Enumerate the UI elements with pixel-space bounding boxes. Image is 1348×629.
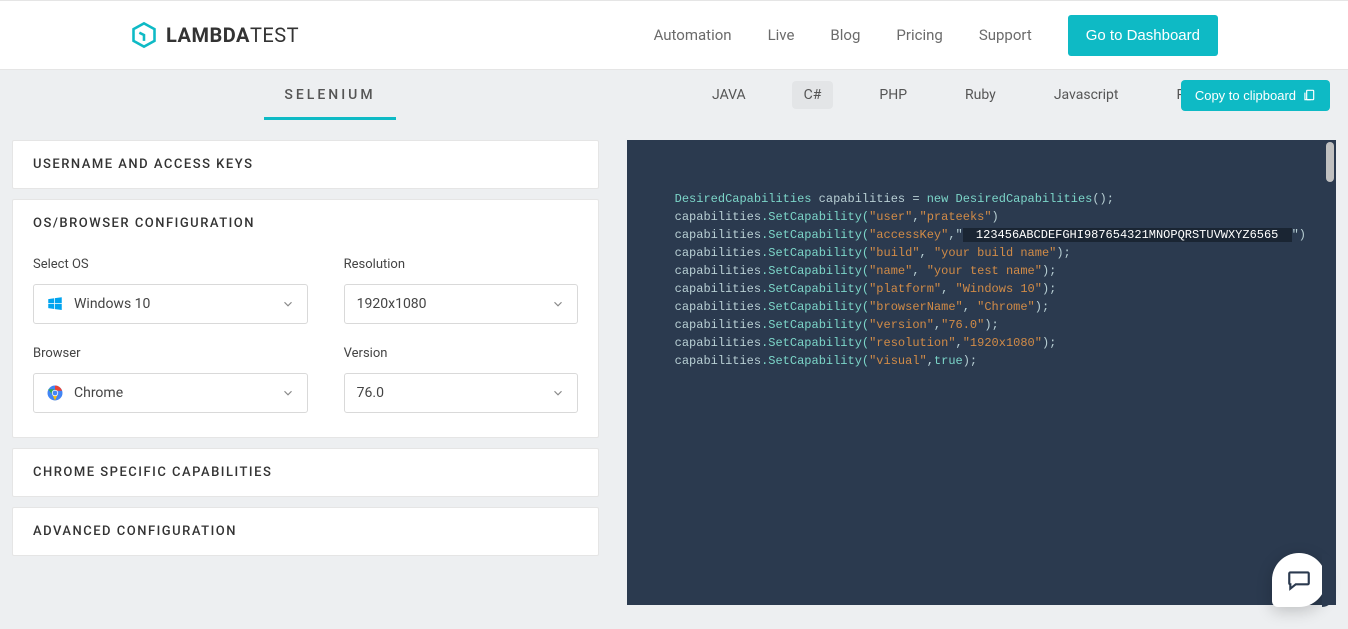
select-os-value: Windows 10 [74, 296, 281, 312]
panel-os-browser: OS/BROWSER CONFIGURATION Select OS Windo… [12, 199, 599, 438]
select-os[interactable]: Windows 10 [33, 284, 308, 324]
panel-header-os-browser[interactable]: OS/BROWSER CONFIGURATION [13, 200, 598, 247]
lang-tab-ruby[interactable]: Ruby [953, 81, 1008, 109]
chat-widget-button[interactable] [1272, 553, 1326, 607]
nav-blog[interactable]: Blog [830, 26, 860, 44]
label-select-os: Select OS [33, 257, 308, 272]
nav-support[interactable]: Support [979, 26, 1032, 44]
label-resolution: Resolution [344, 257, 578, 272]
scrollbar-thumb[interactable] [1326, 142, 1334, 182]
top-nav: Automation Live Blog Pricing Support Go … [654, 15, 1218, 56]
chat-icon [1286, 567, 1312, 593]
logo-icon [130, 21, 158, 49]
nav-pricing[interactable]: Pricing [896, 26, 942, 44]
select-browser-value: Chrome [74, 385, 281, 401]
main-area: USERNAME AND ACCESS KEYS OS/BROWSER CONF… [0, 120, 1348, 629]
panel-body-os-browser: Select OS Windows 10 Resolution 1920x108… [13, 247, 598, 437]
tool-row: SELENIUM JAVA C# PHP Ruby Javascript Pyt… [0, 70, 1348, 120]
lang-tab-javascript[interactable]: Javascript [1042, 81, 1131, 109]
chevron-down-icon [281, 297, 295, 311]
label-browser: Browser [33, 346, 308, 361]
code-panel[interactable]: DesiredCapabilities capabilities = new D… [627, 140, 1336, 605]
chevron-down-icon [551, 386, 565, 400]
brand-strong: LAMBDA [166, 23, 250, 47]
brand-logo[interactable]: LAMBDATEST [130, 21, 299, 49]
code-scrollbar[interactable] [1324, 142, 1334, 615]
panel-username-keys: USERNAME AND ACCESS KEYS [12, 140, 599, 189]
brand-thin: TEST [250, 23, 299, 47]
clipboard-icon [1302, 88, 1316, 102]
nav-live[interactable]: Live [768, 26, 795, 44]
panel-header-chrome-caps[interactable]: CHROME SPECIFIC CAPABILITIES [13, 449, 598, 496]
select-resolution-value: 1920x1080 [357, 296, 551, 312]
windows-icon [46, 295, 64, 313]
nav-automation[interactable]: Automation [654, 26, 732, 44]
left-tabs: SELENIUM [0, 71, 660, 120]
chrome-icon [46, 384, 64, 402]
chevron-down-icon [551, 297, 565, 311]
panel-header-username-keys[interactable]: USERNAME AND ACCESS KEYS [13, 141, 598, 188]
copy-btn-label: Copy to clipboard [1195, 88, 1296, 103]
top-header: LAMBDATEST Automation Live Blog Pricing … [0, 0, 1348, 70]
copy-to-clipboard-button[interactable]: Copy to clipboard [1181, 80, 1330, 111]
panel-header-advanced[interactable]: ADVANCED CONFIGURATION [13, 508, 598, 555]
panel-chrome-caps: CHROME SPECIFIC CAPABILITIES [12, 448, 599, 497]
select-resolution[interactable]: 1920x1080 [344, 284, 578, 324]
panel-advanced: ADVANCED CONFIGURATION [12, 507, 599, 556]
label-version: Version [344, 346, 578, 361]
go-to-dashboard-button[interactable]: Go to Dashboard [1068, 15, 1218, 56]
access-key-value: 123456ABCDEFGHI987654321MNOPQRSTUVWXYZ65… [963, 228, 1292, 242]
lang-tab-java[interactable]: JAVA [700, 81, 758, 109]
tab-selenium[interactable]: SELENIUM [264, 71, 395, 120]
select-version-value: 76.0 [357, 385, 551, 401]
language-tabs: JAVA C# PHP Ruby Javascript Python Copy … [660, 81, 1348, 109]
select-browser[interactable]: Chrome [33, 373, 308, 413]
select-version[interactable]: 76.0 [344, 373, 578, 413]
chevron-down-icon [281, 386, 295, 400]
lang-tab-csharp[interactable]: C# [792, 81, 834, 109]
code-column: DesiredCapabilities capabilities = new D… [627, 140, 1336, 617]
lang-tab-php[interactable]: PHP [867, 81, 919, 109]
config-column: USERNAME AND ACCESS KEYS OS/BROWSER CONF… [12, 140, 599, 617]
